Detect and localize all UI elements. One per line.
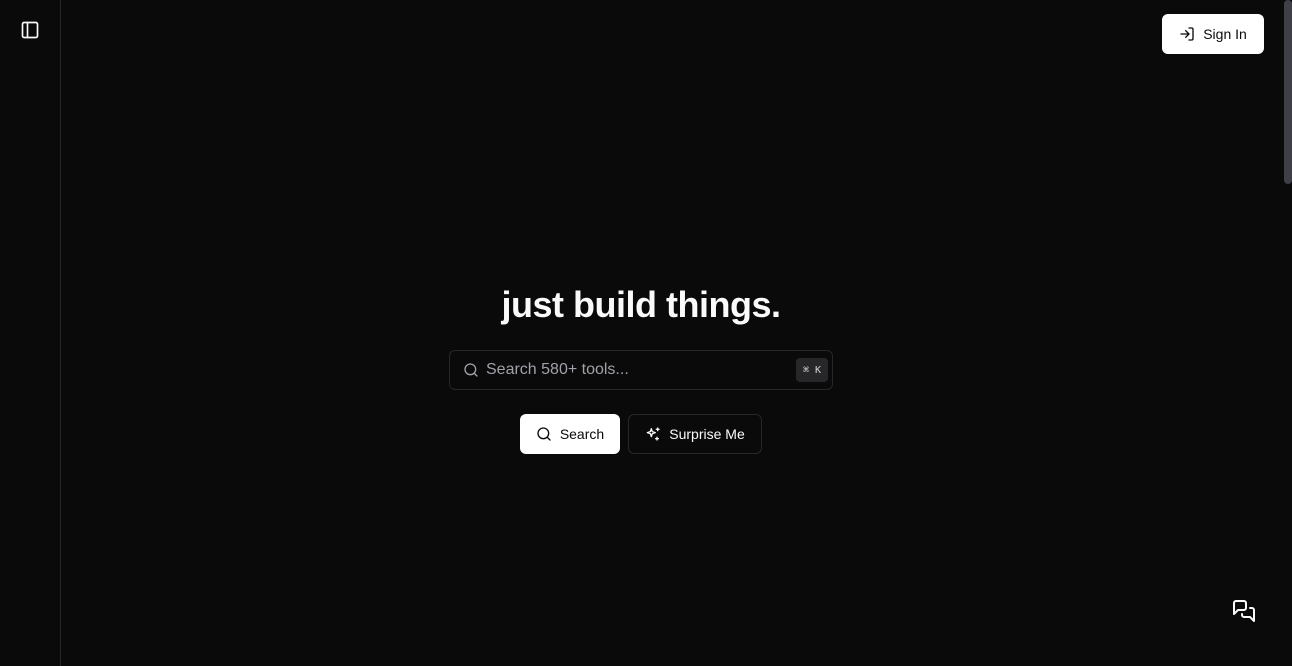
search-icon [464,363,478,377]
search-input[interactable] [486,351,786,389]
feedback-button[interactable] [1230,597,1258,625]
sparkles-icon [646,427,660,441]
sign-in-button[interactable]: Sign In [1162,14,1264,54]
surprise-me-label: Surprise Me [669,426,745,442]
sign-in-label: Sign In [1203,26,1247,42]
panel-left-icon [21,21,39,39]
page-title: just build things. [501,284,781,325]
search-icon [537,427,551,441]
sidebar [0,0,61,666]
search-button[interactable]: Search [520,414,620,454]
keyboard-shortcut-badge: ⌘ K [796,358,828,382]
app-root: Sign In just build things. ⌘ K Search Su… [0,0,1292,666]
surprise-me-button[interactable]: Surprise Me [628,414,762,454]
log-in-icon [1180,27,1194,41]
messages-square-icon [1233,600,1255,622]
sidebar-toggle-button[interactable] [18,18,42,42]
search-box[interactable]: ⌘ K [449,350,833,390]
scrollbar-thumb[interactable] [1284,0,1292,184]
search-button-label: Search [559,426,605,442]
